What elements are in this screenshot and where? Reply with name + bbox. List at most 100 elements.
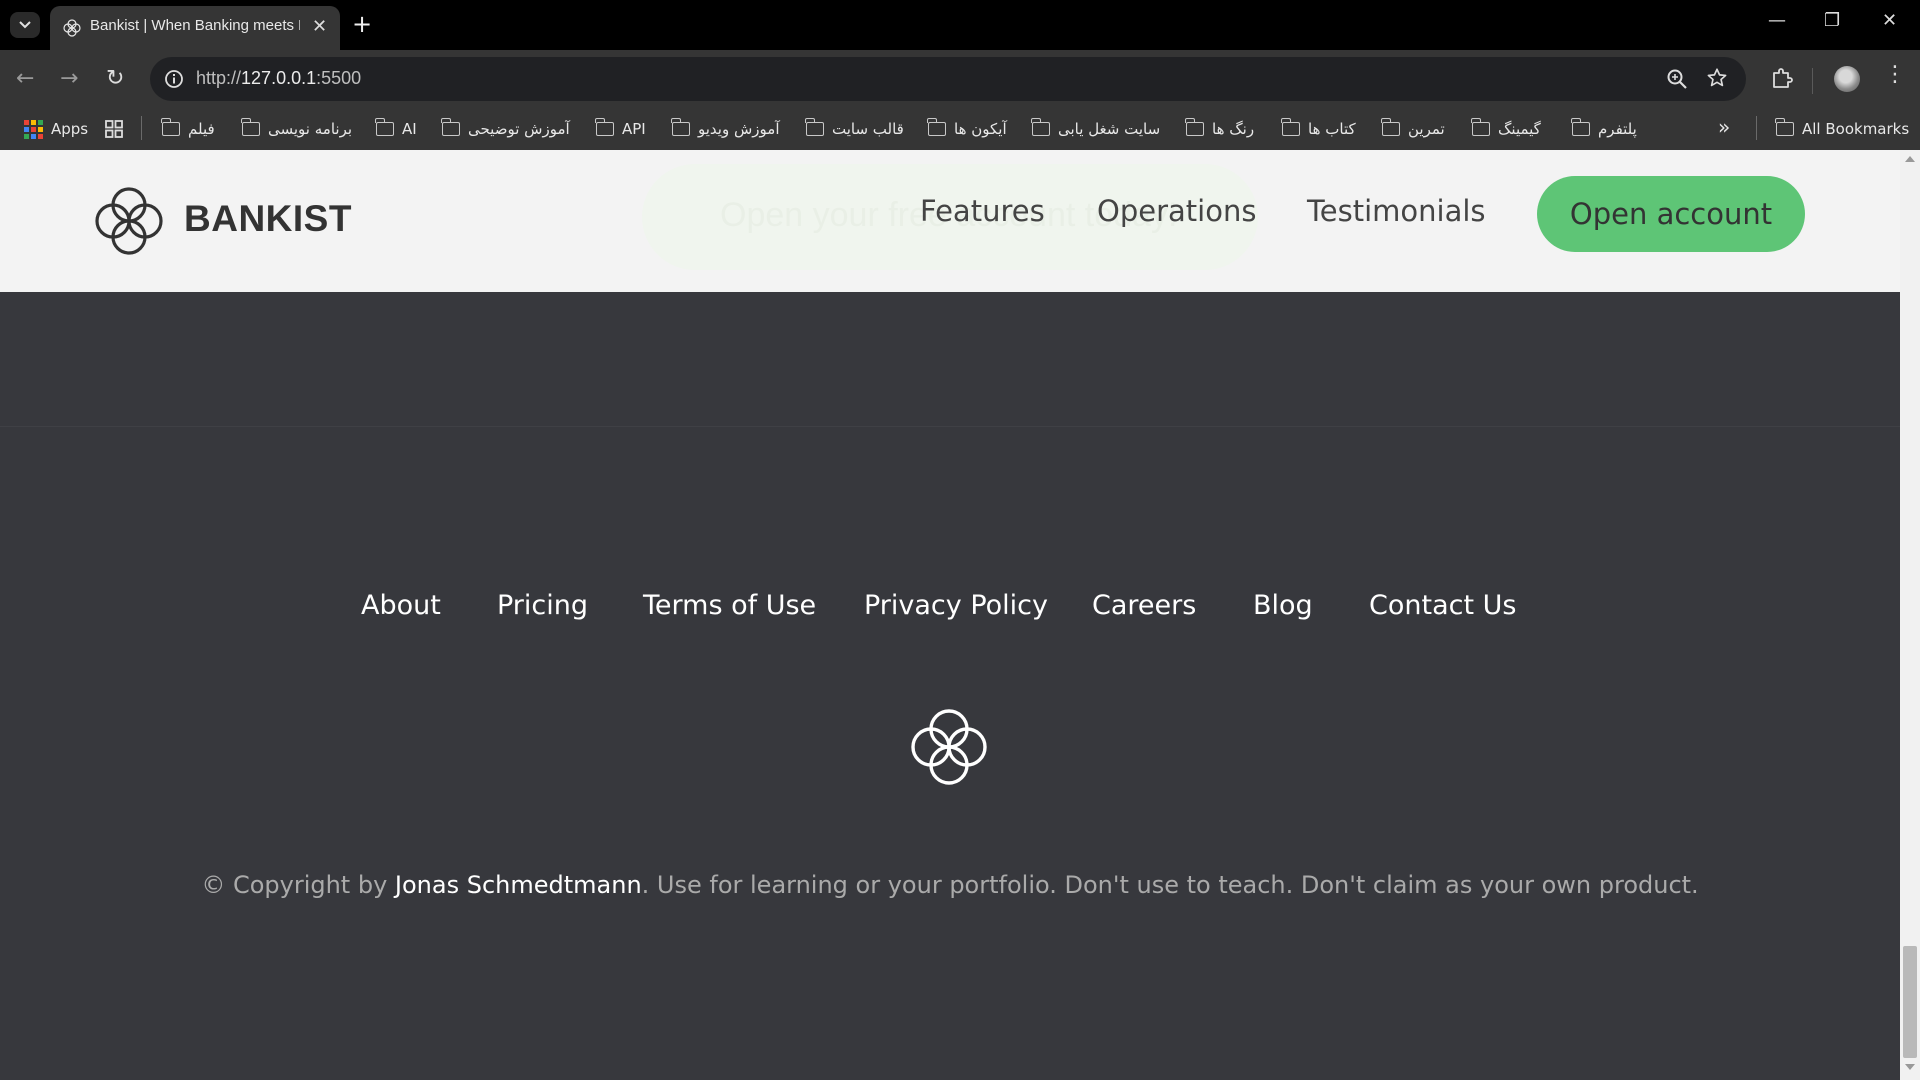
bookmark-folder[interactable]: AI [375,117,417,141]
bookmark-label: تمرین [1408,120,1445,138]
tab-close-icon[interactable]: ✕ [312,16,327,37]
footer-link-about[interactable]: About [361,590,441,621]
section-divider [0,426,1900,427]
footer-link-contact[interactable]: Contact Us [1369,590,1516,621]
bookmark-label: برنامه نویسی [268,120,353,138]
address-bar[interactable]: http://127.0.0.1:5500 [150,57,1746,101]
bookmark-label: گیمینگ [1498,120,1541,138]
bookmark-folder[interactable]: کتاب ها [1281,117,1356,141]
bankist-logo-icon [95,187,163,255]
new-tab-button[interactable]: + [352,10,372,38]
folder-icon [441,118,460,136]
folder-icon [1775,118,1794,136]
reload-icon[interactable]: ↻ [106,66,124,91]
bookmark-apps-label: Apps [51,120,89,138]
bookmark-label: فیلم [188,120,215,138]
page-viewport: BANKIST Open your free account today! Fe… [0,150,1900,1080]
footer-link-privacy[interactable]: Privacy Policy [864,590,1048,621]
scroll-down-arrow-icon[interactable] [1905,1064,1915,1070]
bookmark-label: قالب سایت [832,120,904,138]
bookmark-folder[interactable]: آیکون ها [927,117,1007,141]
bookmark-folder[interactable]: رنگ ها [1185,117,1255,141]
tab-groups-icon[interactable] [104,119,124,139]
folder-icon [805,118,824,136]
copyright-text: © Copyright by Jonas Schmedtmann. Use fo… [0,871,1900,899]
bookmark-folder[interactable]: فیلم [161,117,215,141]
bookmark-label: API [622,120,646,138]
scroll-up-arrow-icon[interactable] [1905,156,1915,162]
bookmark-folder[interactable]: آموزش ویدیو [671,117,780,141]
nav-link-testimonials[interactable]: Testimonials [1307,194,1486,228]
bookmark-label: آموزش توضیحی [468,120,570,138]
copyright-suffix: . Use for learning or your portfolio. Do… [641,871,1699,899]
folder-icon [1281,118,1300,136]
forward-arrow-icon[interactable]: → [60,66,78,91]
vertical-scrollbar[interactable] [1900,150,1920,1080]
info-icon[interactable] [164,69,184,89]
bookmark-folder[interactable]: قالب سایت [805,117,904,141]
folder-icon [671,118,690,136]
bookmark-label: آموزش ویدیو [698,120,780,138]
bookmarks-overflow-button[interactable]: » [1718,115,1730,139]
site-nav: BANKIST Open your free account today! Fe… [0,150,1900,292]
bookmark-folder[interactable]: برنامه نویسی [241,117,353,141]
bookmark-folder[interactable]: API [595,117,646,141]
bookmarks-divider [141,116,142,140]
folder-icon [1471,118,1490,136]
tab-search-button[interactable] [10,12,40,38]
logo-text[interactable]: BANKIST [184,198,352,240]
scrollbar-thumb[interactable] [1903,946,1917,1058]
chevron-down-icon [19,21,31,29]
toolbar-divider [1812,68,1813,94]
bookmark-folder[interactable]: گیمینگ [1471,117,1541,141]
copyright-prefix: © Copyright by [201,871,395,899]
folder-icon [1381,118,1400,136]
bookmark-label: کتاب ها [1308,120,1356,138]
profile-avatar[interactable] [1834,66,1860,92]
browser-menu-icon[interactable]: ⋮ [1884,64,1906,86]
browser-tab-strip: Bankist | When Banking meets Minimalist … [0,0,1920,50]
nav-link-operations[interactable]: Operations [1097,194,1256,228]
bookmark-folder[interactable]: پلتفرم [1571,117,1637,141]
open-account-button[interactable]: Open account [1537,176,1805,252]
active-tab[interactable]: Bankist | When Banking meets Minimalist … [50,6,340,50]
apps-grid-icon [24,119,43,139]
folder-icon [1571,118,1590,136]
minimize-button[interactable]: — [1768,10,1786,31]
tab-title: Bankist | When Banking meets Minimalist [90,17,300,34]
url-host: 127.0.0.1 [241,68,317,88]
folder-icon [161,118,180,136]
footer-link-pricing[interactable]: Pricing [497,590,588,621]
all-bookmarks-button[interactable]: All Bookmarks [1775,117,1909,141]
folder-icon [927,118,946,136]
browser-toolbar: ← → ↻ http://127.0.0.1:5500 [0,50,1920,108]
bookmark-folder[interactable]: آموزش توضیحی [441,117,570,141]
back-arrow-icon[interactable]: ← [16,66,34,91]
zoom-icon[interactable] [1666,68,1688,90]
footer-link-blog[interactable]: Blog [1253,590,1313,621]
folder-icon [595,118,614,136]
nav-link-features[interactable]: Features [920,194,1045,228]
window-close-button[interactable]: ✕ [1882,10,1897,31]
bankist-logo-icon [63,19,81,37]
footer-link-careers[interactable]: Careers [1092,590,1196,621]
footer-logo-icon [911,709,987,785]
folder-icon [241,118,260,136]
restore-button[interactable]: ❐ [1824,10,1840,31]
bookmark-label: سایت شغل یابی [1058,120,1161,138]
url-port: :5500 [316,68,362,88]
footer-link-terms[interactable]: Terms of Use [643,590,816,621]
folder-icon [1185,118,1204,136]
bookmark-folder[interactable]: تمرین [1381,117,1445,141]
url-text[interactable]: http://127.0.0.1:5500 [196,68,361,89]
puzzle-icon[interactable] [1770,66,1794,90]
folder-icon [1031,118,1050,136]
bookmark-apps[interactable]: Apps [24,117,88,141]
copyright-author-link[interactable]: Jonas Schmedtmann [395,871,642,899]
folder-icon [375,118,394,136]
bookmark-label: پلتفرم [1598,120,1637,138]
bookmark-star-icon[interactable] [1706,67,1728,89]
bookmark-label: آیکون ها [954,120,1007,138]
bookmark-folder[interactable]: سایت شغل یابی [1031,117,1161,141]
bookmark-label: رنگ ها [1212,120,1255,138]
